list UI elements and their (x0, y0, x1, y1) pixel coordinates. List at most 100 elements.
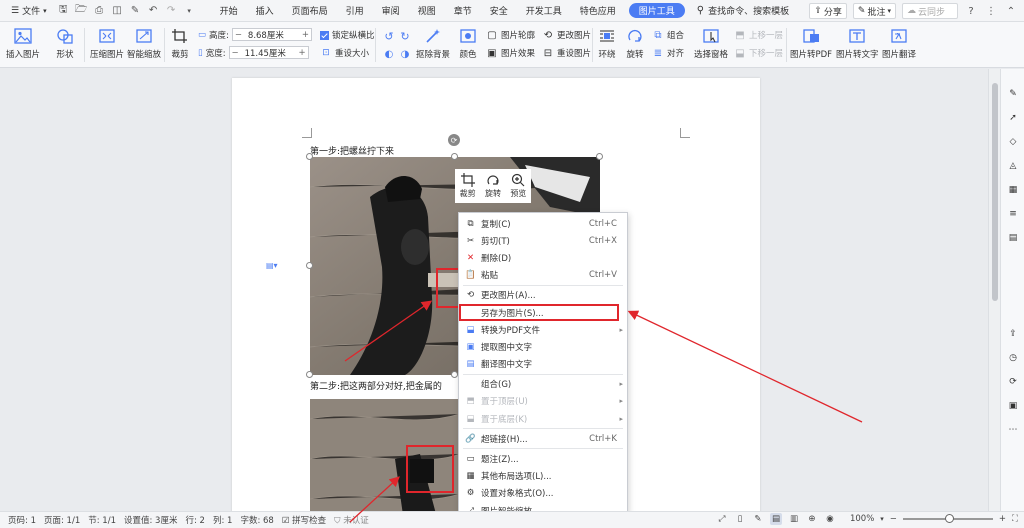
format-painter-icon[interactable]: ✎ (128, 3, 143, 18)
more-panel-icon[interactable]: ⋯ (1006, 423, 1020, 437)
undo-icon[interactable]: ↶ (146, 3, 161, 18)
menu-item-bring-to-front[interactable]: ⬒ 置于顶层(U) ▸ (459, 393, 627, 410)
tab-home[interactable]: 开始 (211, 0, 247, 22)
wrap-button[interactable]: 环绕 (598, 27, 616, 60)
reset-size-button[interactable]: ⊡ 重设大小 (320, 47, 369, 59)
spell-check-toggle[interactable]: ☑ 拼写检查 (282, 514, 326, 526)
paragraph-layout-icon[interactable]: ▤▾ (266, 261, 278, 270)
zoom-slider[interactable] (902, 514, 993, 523)
edit-view-icon[interactable]: ✎ (752, 513, 764, 525)
remove-background-button[interactable]: 抠除背景 (416, 27, 450, 60)
floating-preview-button[interactable]: 预览 (510, 173, 526, 199)
menu-item-send-to-back[interactable]: ⬓ 置于底层(K) ▸ (459, 410, 627, 427)
reset-picture-button[interactable]: ⊟ 重设图片 (542, 47, 591, 60)
menu-item-convert-to-pdf[interactable]: ⬓ 转换为PDF文件 ▸ (459, 321, 627, 338)
history-icon[interactable]: ◷ (1006, 351, 1020, 365)
resize-handle[interactable] (306, 153, 313, 160)
fullscreen-icon[interactable]: ⤢ (716, 513, 728, 525)
zoom-slider-knob[interactable] (944, 514, 954, 523)
step1-text[interactable]: 第一步:把螺丝拧下来 (310, 144, 394, 157)
resize-handle[interactable] (451, 153, 458, 160)
document-icon[interactable]: ▤ (1006, 231, 1020, 245)
rotate-left-button[interactable]: ↺ (383, 30, 395, 43)
smart-zoom-button[interactable]: 智能缩放 (127, 27, 161, 60)
width-decrement[interactable]: − (230, 48, 241, 58)
menu-item-extract-text[interactable]: ▣ 提取图中文字 (459, 338, 627, 355)
open-icon[interactable]: 🗁 (74, 3, 89, 18)
shape-button[interactable]: 形状 (56, 27, 74, 60)
resize-handle[interactable] (306, 262, 313, 269)
help-icon[interactable]: ? (964, 4, 978, 18)
page-view-icon[interactable]: ▤ (769, 513, 782, 525)
menu-item-group[interactable]: 组合(G) ▸ (459, 376, 627, 393)
menu-item-layout-options[interactable]: ▦ 其他布局选项(L)... (459, 468, 627, 485)
status-setting-value[interactable]: 设置值: 3厘米 (124, 514, 177, 526)
flip-horizontal-button[interactable]: ◐ (383, 48, 395, 60)
crop-button[interactable]: 裁剪 (171, 27, 189, 60)
save-icon[interactable]: 🖫 (56, 3, 71, 18)
eye-protection-icon[interactable]: ◉ (824, 513, 836, 525)
more-icon[interactable]: ⋮ (984, 4, 998, 18)
send-backward-button[interactable]: ⬓ 下移一层 (734, 47, 783, 60)
status-word-count[interactable]: 字数: 68 (240, 514, 273, 526)
menu-item-copy[interactable]: ⧉ 复制(C) Ctrl+C (459, 215, 627, 232)
tab-developer[interactable]: 开发工具 (517, 0, 571, 22)
format-brush-icon[interactable]: ✎ (1006, 87, 1020, 101)
selection-pane-button[interactable]: 选择窗格 (694, 27, 728, 60)
zoom-out-icon[interactable]: − (890, 514, 897, 524)
print-icon[interactable]: ⎙ (92, 3, 107, 18)
status-pages[interactable]: 页面: 1/1 (44, 514, 80, 526)
step2-text[interactable]: 第二步:把这两部分对好,把金属的 (310, 379, 442, 392)
compress-picture-button[interactable]: 压缩图片 (90, 27, 124, 60)
share-button[interactable]: ⇪ 分享 (809, 3, 847, 19)
vertical-scrollbar[interactable] (988, 69, 1000, 511)
menu-item-paste[interactable]: 📋 粘贴 Ctrl+V (459, 267, 627, 284)
web-view-icon[interactable]: ⊕ (806, 513, 818, 525)
share-panel-icon[interactable]: ⇪ (1006, 327, 1020, 341)
file-menu-button[interactable]: ☰ 文件 ▾ (6, 2, 52, 20)
shapes-icon[interactable]: ◇ (1006, 135, 1020, 149)
tab-review[interactable]: 审阅 (373, 0, 409, 22)
group-button[interactable]: ⧉ 组合 (652, 29, 684, 42)
width-input[interactable]: − 11.45厘米 + (228, 46, 309, 59)
chevron-down-icon[interactable]: ▾ (182, 3, 197, 18)
rotate-right-button[interactable]: ↻ (399, 30, 411, 43)
height-increment[interactable]: + (300, 30, 311, 40)
align-button[interactable]: ≣ 对齐 (652, 47, 684, 60)
scrollbar-thumb[interactable] (992, 83, 998, 301)
menu-item-hyperlink[interactable]: 🔗 超链接(H)... Ctrl+K (459, 430, 627, 447)
resize-handle[interactable] (596, 153, 603, 160)
tab-references[interactable]: 引用 (337, 0, 373, 22)
pointer-icon[interactable]: ➚ (1006, 111, 1020, 125)
resize-handle[interactable] (306, 371, 313, 378)
sync-button[interactable]: ☁ 云同步 (902, 3, 958, 19)
tab-security[interactable]: 安全 (481, 0, 517, 22)
flip-vertical-button[interactable]: ◑ (399, 48, 411, 60)
command-search[interactable]: ⚲ 查找命令、搜索模板 (697, 4, 789, 17)
height-input[interactable]: − 8.68厘米 + (231, 28, 312, 41)
menu-item-cut[interactable]: ✂ 剪切(T) Ctrl+X (459, 232, 627, 249)
rotate-button[interactable]: 旋转 (626, 27, 644, 60)
bring-forward-button[interactable]: ⬒ 上移一层 (734, 29, 783, 42)
picture-to-pdf-button[interactable]: 图片转PDF (790, 27, 832, 60)
zoom-in-icon[interactable]: + (999, 514, 1006, 524)
floating-rotate-button[interactable]: 旋转 (485, 173, 501, 199)
reading-view-icon[interactable]: ▥ (788, 513, 800, 525)
tab-featured[interactable]: 特色应用 (571, 0, 625, 22)
redo-icon[interactable]: ↷ (164, 3, 179, 18)
backup-icon[interactable]: ⟳ (1006, 375, 1020, 389)
status-section[interactable]: 节: 1/1 (88, 514, 116, 526)
outline-view-icon[interactable]: ▯ (734, 513, 746, 525)
tab-picture-tools[interactable]: 图片工具 (628, 3, 685, 18)
menu-item-change-picture[interactable]: ⟲ 更改图片(A)... (459, 287, 627, 304)
table-icon[interactable]: ▦ (1006, 183, 1020, 197)
resize-handle[interactable] (451, 371, 458, 378)
color-button[interactable]: 颜色 (459, 27, 477, 60)
picture-to-text-button[interactable]: 图片转文字 (836, 27, 879, 60)
collapse-ribbon-icon[interactable]: ⌃ (1004, 4, 1018, 18)
floating-crop-button[interactable]: 裁剪 (460, 173, 476, 199)
status-page-number[interactable]: 页码: 1 (8, 514, 36, 526)
menu-item-save-as-picture[interactable]: 另存为图片(S)... (459, 303, 619, 322)
insert-picture-button[interactable]: 插入图片 (6, 27, 40, 60)
picture-translate-button[interactable]: 图片翻译 (882, 27, 916, 60)
